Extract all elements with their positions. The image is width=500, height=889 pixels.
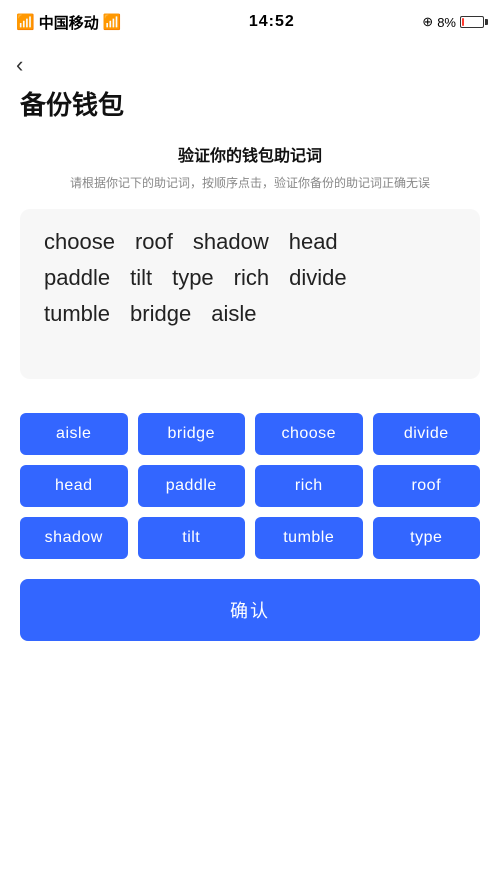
battery-icon [460,16,484,28]
carrier-signal: 📶 中国移动 📶 [16,12,121,33]
battery-percent: 8% [437,15,456,30]
display-word-5: paddle [44,265,110,291]
display-word-11: bridge [130,301,191,327]
display-word-8: rich [234,265,269,291]
battery-fill [462,18,464,26]
word-display-row-3: tumble bridge aisle [44,301,456,327]
word-btn-roof[interactable]: roof [373,465,481,507]
display-word-3: shadow [193,229,269,255]
word-btn-shadow[interactable]: shadow [20,517,128,559]
word-display-row-1: choose roof shadow head [44,229,456,255]
status-bar: 📶 中国移动 📶 14:52 ⊕ 8% [0,0,500,44]
word-display-row-2: paddle tilt type rich divide [44,265,456,291]
word-btn-head[interactable]: head [20,465,128,507]
word-btn-choose[interactable]: choose [255,413,363,455]
page-title: 备份钱包 [0,77,500,142]
confirm-button[interactable]: 确认 [20,579,480,641]
carrier-name: 中国移动 [39,12,99,33]
display-word-2: roof [135,229,173,255]
word-btn-paddle[interactable]: paddle [138,465,246,507]
time-display: 14:52 [249,13,295,31]
display-word-9: divide [289,265,346,291]
word-btn-tumble[interactable]: tumble [255,517,363,559]
section-heading: 验证你的钱包助记词 [0,142,500,166]
register-icon: ⊕ [422,14,433,30]
back-arrow-icon: ‹ [16,52,23,77]
back-button[interactable]: ‹ [0,44,500,77]
confirm-button-wrapper: 确认 [0,579,500,671]
word-btn-rich[interactable]: rich [255,465,363,507]
word-buttons-grid: aisle bridge choose divide head paddle r… [0,413,500,559]
display-word-10: tumble [44,301,110,327]
display-word-6: tilt [130,265,152,291]
word-display-box: choose roof shadow head paddle tilt type… [20,209,480,379]
display-word-1: choose [44,229,115,255]
word-btn-bridge[interactable]: bridge [138,413,246,455]
section-description: 请根据你记下的助记词，按顺序点击，验证你备份的助记词正确无误 [0,174,500,193]
word-btn-divide[interactable]: divide [373,413,481,455]
battery-area: ⊕ 8% [422,14,484,30]
display-word-7: type [172,265,214,291]
word-btn-tilt[interactable]: tilt [138,517,246,559]
signal-bars: 📶 [16,13,35,31]
word-btn-type[interactable]: type [373,517,481,559]
display-word-12: aisle [211,301,256,327]
display-word-4: head [289,229,338,255]
word-btn-aisle[interactable]: aisle [20,413,128,455]
wifi-icon: 📶 [103,13,122,31]
